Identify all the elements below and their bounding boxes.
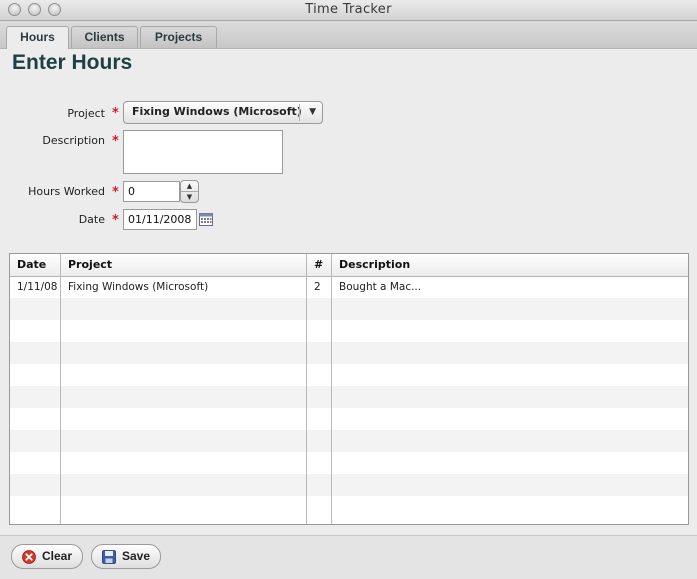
cell-project: Fixing Windows (Microsoft) xyxy=(68,281,209,293)
tab-bar: Hours Clients Projects xyxy=(0,21,697,49)
empty-row xyxy=(10,452,688,474)
column-divider xyxy=(331,254,332,524)
cell-hours: 2 xyxy=(314,281,321,293)
empty-row xyxy=(10,364,688,386)
column-header-project[interactable]: Project xyxy=(61,254,307,276)
tab-clients[interactable]: Clients xyxy=(71,26,138,48)
cell-description: Bought a Mac... xyxy=(339,281,422,293)
column-header-description[interactable]: Description xyxy=(332,254,688,276)
empty-row xyxy=(10,430,688,452)
stepper-up-icon[interactable]: ▲ xyxy=(181,181,198,192)
description-label: Description xyxy=(42,134,105,147)
column-divider xyxy=(60,254,61,524)
description-required-mark: * xyxy=(112,134,119,149)
project-select-value: Fixing Windows (Microsoft) xyxy=(132,105,302,118)
select-divider xyxy=(299,104,300,121)
hours-label: Hours Worked xyxy=(28,185,105,198)
window-titlebar: Time Tracker xyxy=(0,0,697,21)
date-input[interactable]: 01/11/2008 xyxy=(123,209,197,230)
page-title: Enter Hours xyxy=(12,51,133,74)
clear-button-label: Clear xyxy=(42,549,73,563)
hours-stepper[interactable]: ▲ ▼ xyxy=(180,180,199,203)
table-row[interactable]: 1/11/08 Fixing Windows (Microsoft) 2 Bou… xyxy=(10,276,688,298)
column-header-date[interactable]: Date xyxy=(10,254,61,276)
cell-date: 1/11/08 xyxy=(17,281,58,293)
table-header: Date Project # Description xyxy=(10,254,688,277)
empty-row xyxy=(10,298,688,320)
calendar-icon[interactable] xyxy=(199,213,213,226)
project-label: Project xyxy=(67,107,105,120)
save-button-label: Save xyxy=(122,549,151,563)
empty-row xyxy=(10,342,688,364)
empty-row xyxy=(10,496,688,518)
column-header-hours[interactable]: # xyxy=(307,254,332,276)
save-icon xyxy=(102,550,116,564)
window-title: Time Tracker xyxy=(305,2,392,17)
stepper-down-icon[interactable]: ▼ xyxy=(181,192,198,202)
description-textarea[interactable] xyxy=(123,130,283,174)
hours-table[interactable]: Date Project # Description 1/11/08 Fixin… xyxy=(9,253,689,525)
column-divider xyxy=(306,254,307,524)
project-required-mark: * xyxy=(112,106,119,121)
date-label: Date xyxy=(78,213,105,226)
project-select[interactable]: Fixing Windows (Microsoft) ▼ xyxy=(123,101,323,124)
hours-input[interactable]: 0 xyxy=(123,181,180,202)
empty-row xyxy=(10,408,688,430)
empty-row xyxy=(10,386,688,408)
save-button[interactable]: Save xyxy=(91,544,161,569)
date-required-mark: * xyxy=(112,213,119,228)
empty-row xyxy=(10,474,688,496)
hours-required-mark: * xyxy=(112,185,119,200)
clear-icon xyxy=(22,550,36,564)
empty-row xyxy=(10,320,688,342)
tab-hours[interactable]: Hours xyxy=(6,26,69,49)
clear-button[interactable]: Clear xyxy=(11,544,83,569)
tab-projects[interactable]: Projects xyxy=(140,26,217,48)
chevron-down-icon: ▼ xyxy=(309,107,316,117)
